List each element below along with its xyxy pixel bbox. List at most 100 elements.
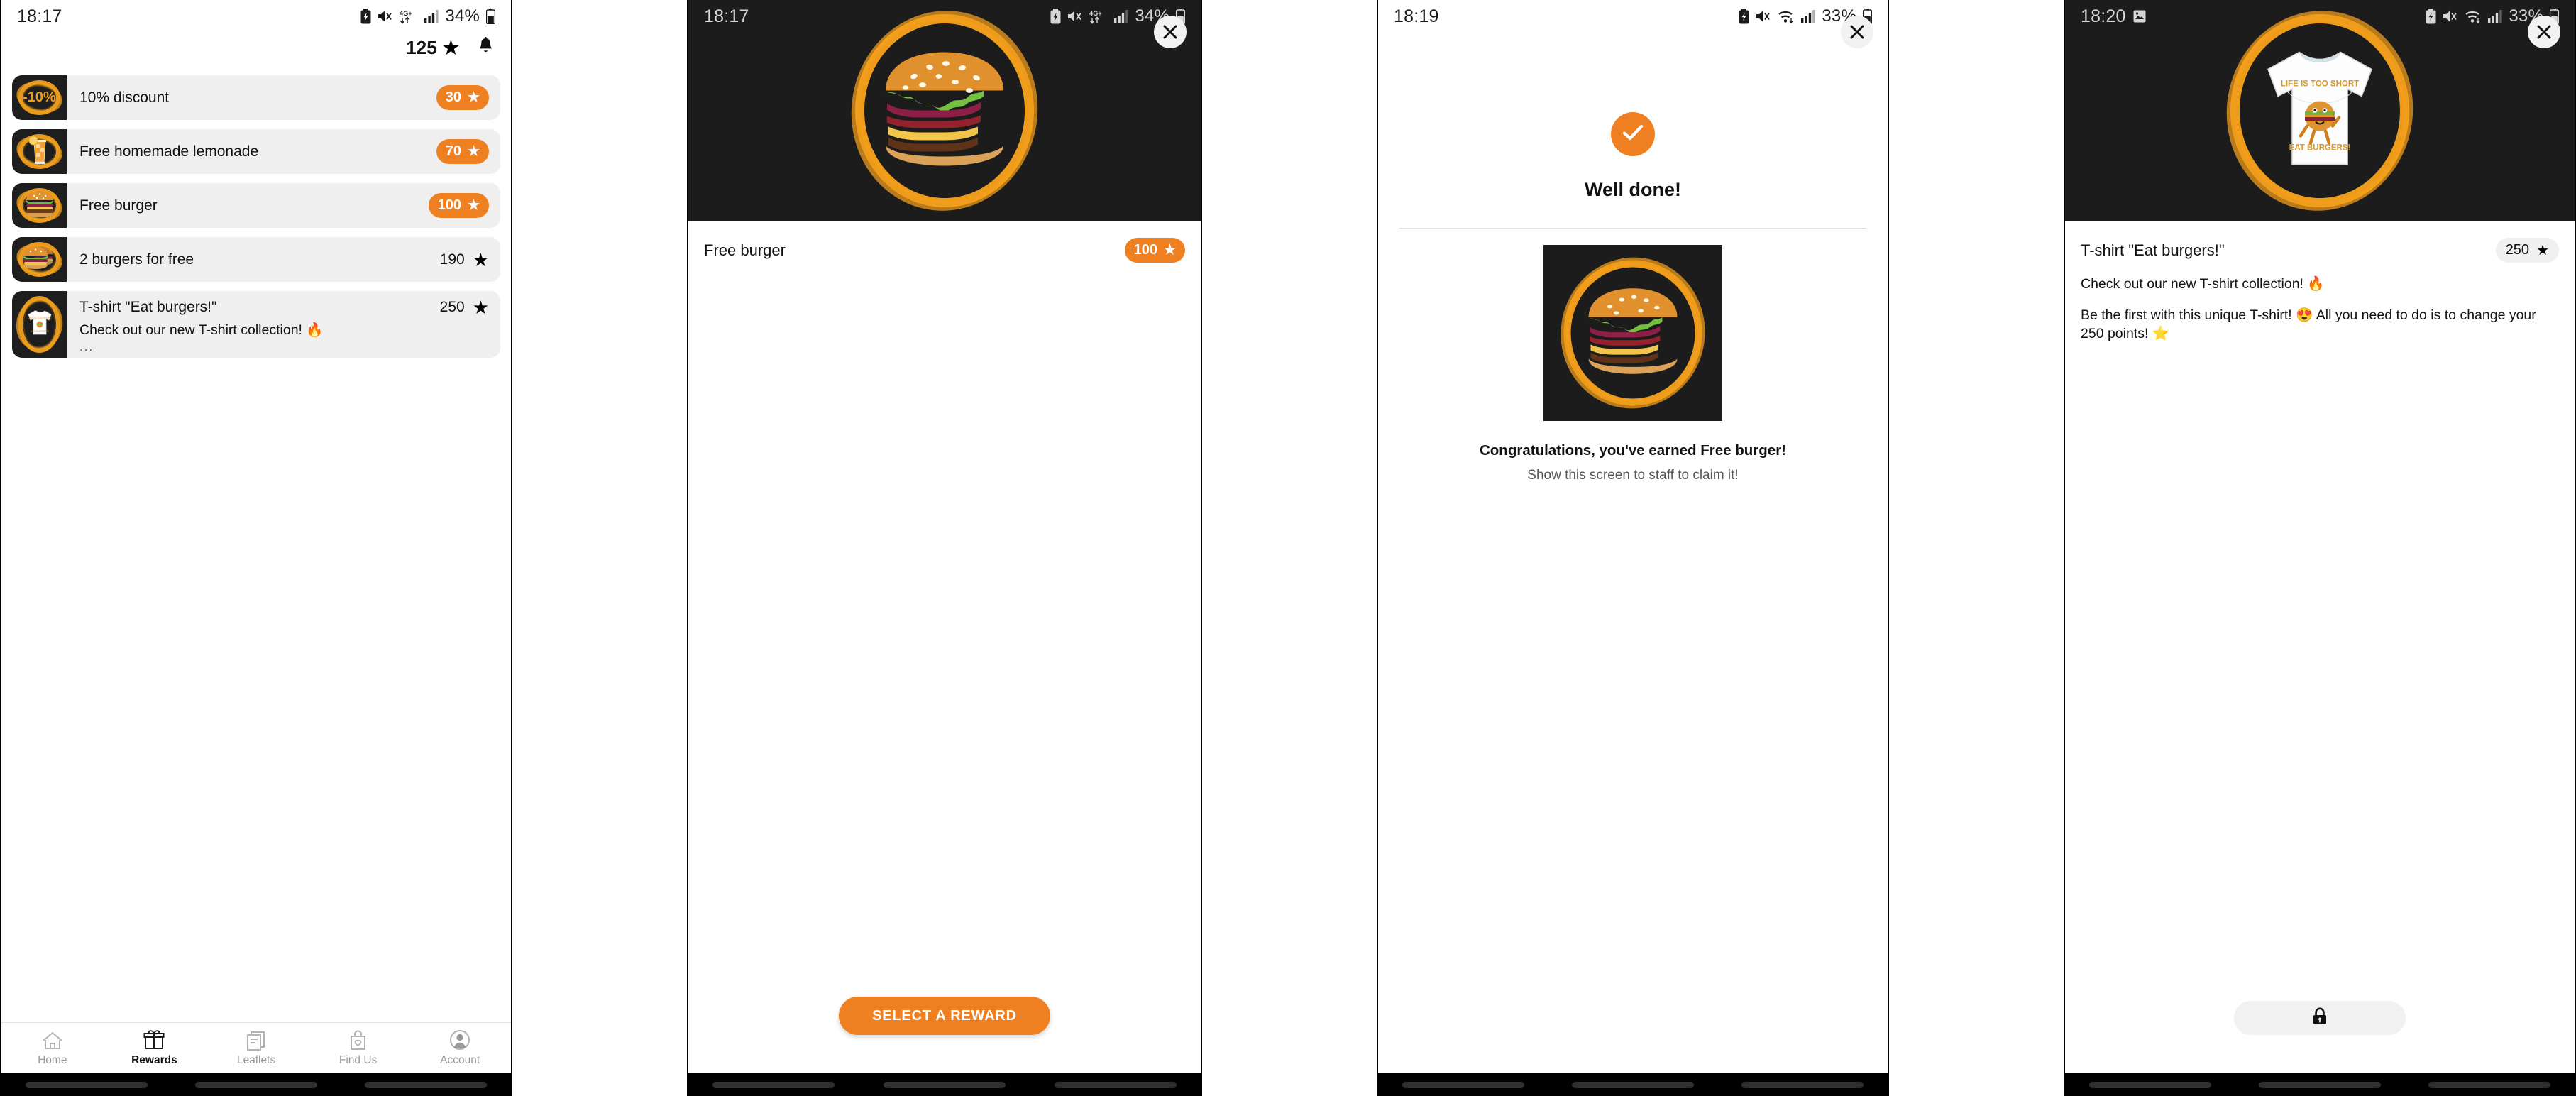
burger-hero-art xyxy=(879,48,1011,174)
nav-item-leaflets[interactable]: Leaflets xyxy=(205,1029,307,1067)
close-icon xyxy=(2536,24,2552,40)
tshirt-hero-art: LIFE IS TOO SHORT EAT BURGERS! xyxy=(2252,43,2387,180)
bottom-navigation: Home Rewards Leaflets Find Us Account xyxy=(1,1022,511,1073)
star-icon: ★ xyxy=(467,198,480,213)
gesture-pill xyxy=(1054,1081,1177,1088)
points-plain: 250 ★ xyxy=(440,298,489,317)
points-pill: 70 ★ xyxy=(436,139,489,164)
burger-art xyxy=(23,190,56,221)
nav-label: Find Us xyxy=(338,1054,378,1066)
nav-item-rewards[interactable]: Rewards xyxy=(104,1029,206,1067)
panel-reward-success: 18:19 33% Well done! Congratulations, yo… xyxy=(1377,0,1889,1096)
gesture-bar xyxy=(1378,1073,1888,1096)
mute-icon xyxy=(2443,9,2458,23)
nav-label: Leaflets xyxy=(236,1054,276,1066)
gesture-pill xyxy=(1741,1081,1864,1088)
gift-icon xyxy=(143,1029,165,1051)
success-submessage: Show this screen to staff to claim it! xyxy=(1527,468,1739,483)
reward-cost: 100 ★ xyxy=(428,193,489,218)
status-time: 18:17 xyxy=(17,6,62,26)
close-button[interactable] xyxy=(2528,16,2560,48)
gesture-pill xyxy=(2428,1081,2551,1088)
home-icon xyxy=(42,1029,63,1051)
gesture-pill xyxy=(1402,1081,1524,1088)
svg-text:LIFE IS TOO SHORT: LIFE IS TOO SHORT xyxy=(27,317,52,319)
points-pill: 250 ★ xyxy=(2495,238,2559,263)
rewards-header: 125 ★ xyxy=(1,33,511,62)
close-button[interactable] xyxy=(1841,16,1873,48)
page-title: Free burger xyxy=(704,241,786,259)
select-reward-button[interactable]: SELECT A REWARD xyxy=(839,997,1050,1035)
status-bar: 18:17 4G+ 34% xyxy=(688,0,1201,33)
svg-text:4G+: 4G+ xyxy=(400,10,412,17)
points-balance[interactable]: 125 ★ xyxy=(406,37,459,59)
tshirt-top-text: LIFE IS TOO SHORT xyxy=(2281,80,2359,89)
list-item[interactable]: 2 burgers for free 190 ★ xyxy=(12,237,500,282)
success-message: Congratulations, you've earned Free burg… xyxy=(1479,442,1787,459)
gesture-bar xyxy=(688,1073,1201,1096)
list-item[interactable]: LIFE IS TOO SHORT EAT BURGERS! T-shirt "… xyxy=(12,291,500,358)
points-pill: 100 ★ xyxy=(1124,238,1185,263)
list-item[interactable]: Free burger 100 ★ xyxy=(12,183,500,228)
gesture-bar xyxy=(1,1073,511,1096)
nav-label: Rewards xyxy=(131,1054,177,1066)
wifi-icon xyxy=(1778,9,1795,24)
star-icon: ★ xyxy=(467,144,480,159)
signal-icon xyxy=(424,10,439,23)
leaflet-icon xyxy=(246,1029,266,1051)
nav-item-find-us[interactable]: Find Us xyxy=(307,1029,409,1067)
points-value: 250 xyxy=(439,299,465,315)
status-bar-left: 18:17 xyxy=(17,6,62,27)
battery-saver-icon xyxy=(2426,9,2436,24)
wifi-icon xyxy=(2465,9,2482,24)
discount-badge-art: -10% xyxy=(23,89,56,105)
reward-body: 10% discount 30 ★ xyxy=(67,75,500,120)
mute-icon xyxy=(1067,9,1083,23)
reward-thumbnail xyxy=(12,129,67,174)
reward-detail-header: T-shirt "Eat burgers!" 250 ★ xyxy=(2065,221,2575,263)
nav-item-home[interactable]: Home xyxy=(1,1029,104,1067)
points-value: 190 xyxy=(439,251,465,268)
locked-reward-button[interactable] xyxy=(2234,1001,2406,1035)
reward-body: Free burger 100 ★ xyxy=(67,183,500,228)
close-button[interactable] xyxy=(1154,16,1187,48)
gesture-pill xyxy=(1571,1081,1694,1088)
close-icon xyxy=(1162,24,1178,40)
points-plain: 190 ★ xyxy=(440,251,489,269)
network-4g-icon: 4G+ xyxy=(400,9,418,24)
gesture-pill xyxy=(25,1081,148,1088)
star-icon: ★ xyxy=(1163,243,1176,258)
points-value: 30 xyxy=(445,89,461,105)
reward-cost: 190 ★ xyxy=(440,251,489,269)
reward-body: T-shirt "Eat burgers!" 250 ★ Check out o… xyxy=(67,291,500,358)
reward-thumbnail: -10% xyxy=(12,75,67,120)
status-bar: 18:17 4G+ 34% xyxy=(1,0,511,33)
gesture-pill xyxy=(194,1081,317,1088)
reward-title-row: T-shirt "Eat burgers!" 250 ★ xyxy=(79,298,489,317)
screenshot-stage: 18:17 4G+ 34% 125 ★ -10% 10% discount 30… xyxy=(0,0,2576,1096)
screenshot-icon xyxy=(2133,10,2146,23)
nav-item-account[interactable]: Account xyxy=(409,1029,511,1067)
reward-hero-image: LIFE IS TOO SHORT EAT BURGERS! xyxy=(2065,0,2575,221)
points-value: 125 xyxy=(406,36,437,58)
list-item[interactable]: Free homemade lemonade 70 ★ xyxy=(12,129,500,174)
reward-body: Free homemade lemonade 70 ★ xyxy=(67,129,500,174)
battery-saver-icon xyxy=(1050,9,1061,24)
double-burger-art xyxy=(22,243,57,275)
panel-reward-detail: 18:17 4G+ 34% Free burger 100 ★ SELECT A… xyxy=(687,0,1202,1096)
reward-title: T-shirt "Eat burgers!" xyxy=(79,299,217,315)
reward-description: Check out our new T-shirt collection! 🔥 xyxy=(79,322,324,338)
battery-saver-icon xyxy=(360,9,371,24)
points-value: 250 xyxy=(2505,242,2530,258)
panel-rewards-list: 18:17 4G+ 34% 125 ★ -10% 10% discount 30… xyxy=(0,0,512,1096)
close-icon xyxy=(1849,24,1865,40)
points-value: 100 xyxy=(1133,242,1157,258)
panel-locked-reward-detail: LIFE IS TOO SHORT EAT BURGERS! 18:20 33%… xyxy=(2064,0,2576,1096)
rewards-list: -10% 10% discount 30 ★ Free homemade lem… xyxy=(12,75,500,367)
list-item[interactable]: -10% 10% discount 30 ★ xyxy=(12,75,500,120)
tshirt-art: LIFE IS TOO SHORT EAT BURGERS! xyxy=(25,307,55,342)
reward-truncation-ellipsis: ... xyxy=(79,340,94,354)
description-paragraph: Check out our new T-shirt collection! 🔥 xyxy=(2081,276,2325,292)
notifications-bell-icon[interactable] xyxy=(478,36,494,59)
svg-text:4G+: 4G+ xyxy=(1089,10,1102,17)
